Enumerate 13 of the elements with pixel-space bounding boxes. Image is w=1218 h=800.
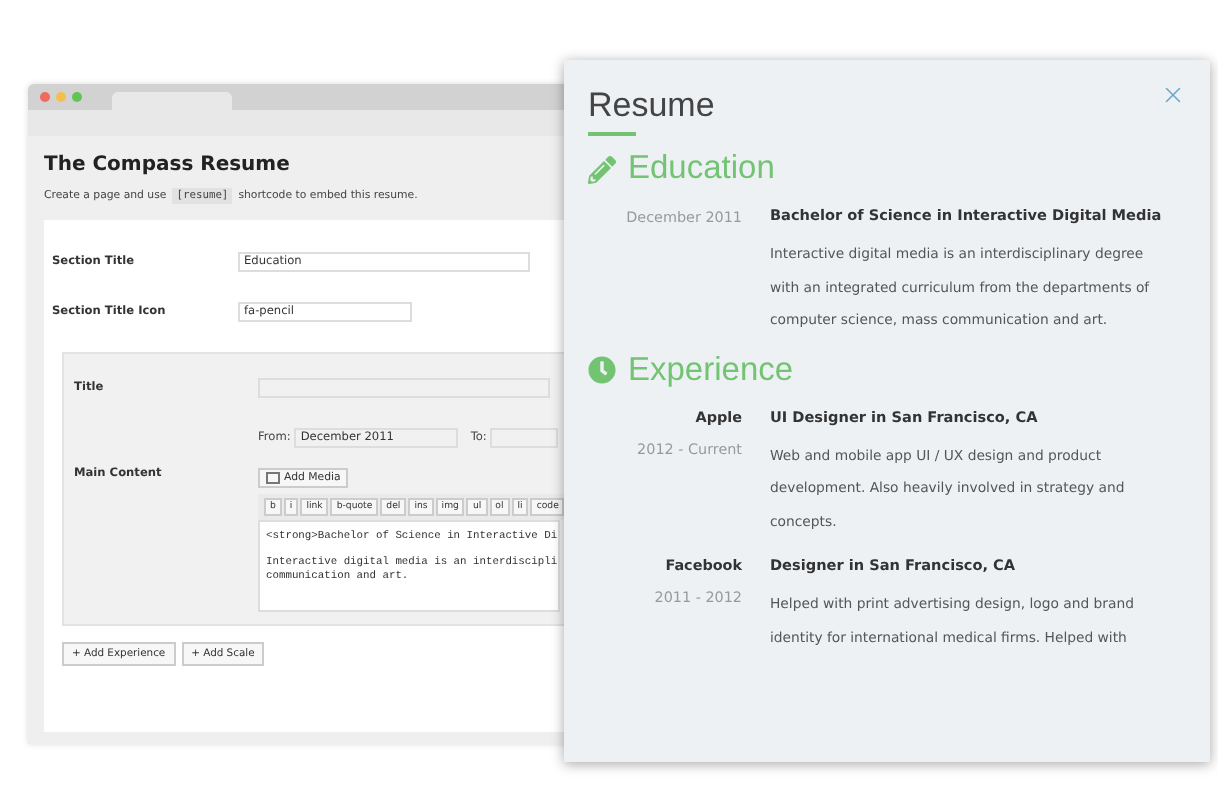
panel-title: Resume: [588, 86, 715, 126]
section-heading: Education: [628, 150, 775, 188]
pencil-icon: [588, 155, 616, 183]
clock-icon: [588, 356, 616, 384]
media-icon: [266, 472, 280, 484]
window-control-dot[interactable]: [40, 92, 50, 102]
close-icon[interactable]: [1160, 82, 1186, 108]
title-underline: [588, 132, 636, 136]
section-heading: Experience: [628, 351, 794, 389]
window-control-dot[interactable]: [56, 92, 66, 102]
window-control-dot[interactable]: [72, 92, 82, 102]
input-field[interactable]: [490, 427, 559, 447]
page-title: The Compass Resume: [44, 154, 290, 176]
